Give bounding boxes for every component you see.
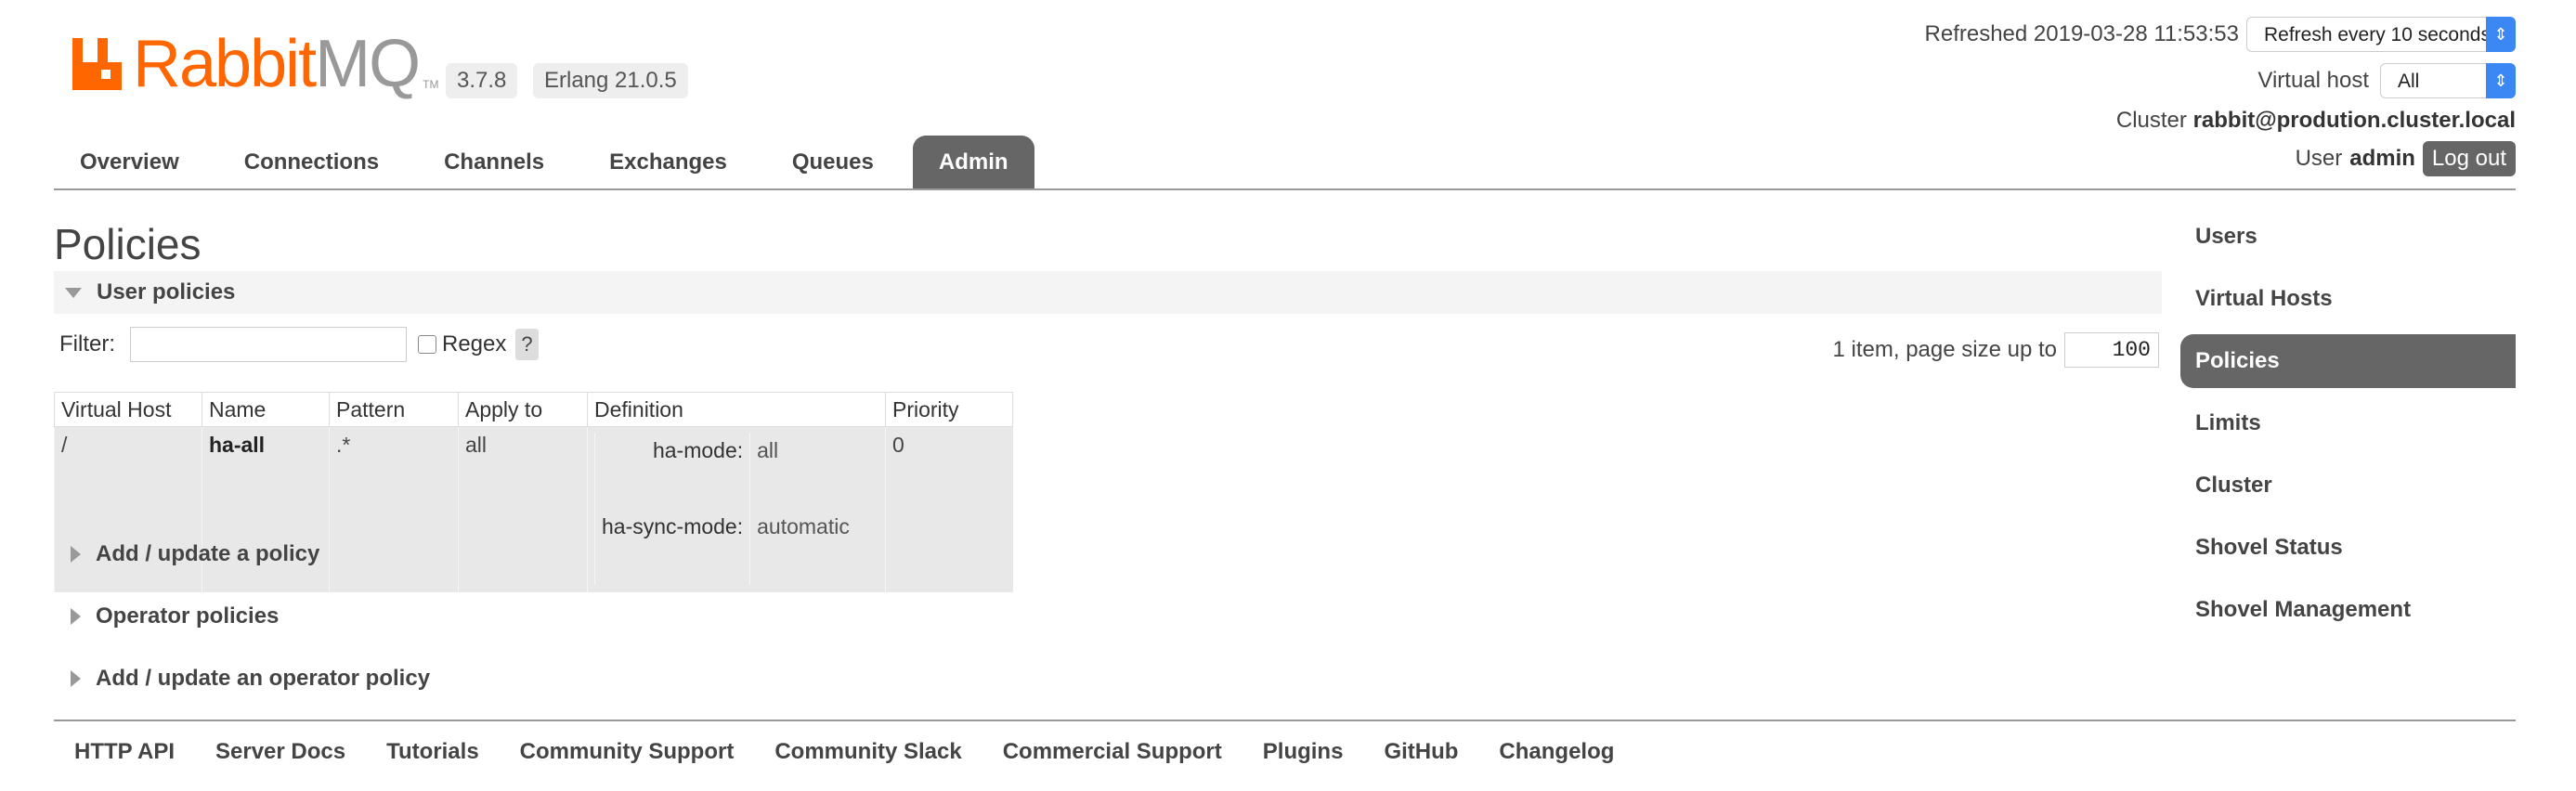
logo-wordmark-mq: MQ: [315, 27, 421, 101]
operator-policies-toggle[interactable]: Operator policies: [54, 598, 279, 635]
regex-label: Regex: [442, 331, 507, 357]
filter-bar: Filter: Regex ?: [59, 327, 539, 362]
rabbitmq-logo-icon: [72, 38, 122, 90]
column-header-pattern[interactable]: Pattern: [329, 392, 459, 427]
virtual-host-value: All: [2398, 71, 2420, 92]
tab-exchanges[interactable]: Exchanges: [583, 136, 753, 189]
definition-entry: ha-mode: all: [593, 433, 856, 509]
column-header-virtual-host[interactable]: Virtual Host: [54, 392, 202, 427]
logout-button[interactable]: Log out: [2422, 141, 2516, 176]
column-header-definition[interactable]: Definition: [587, 392, 886, 427]
admin-menu-policies[interactable]: Policies: [2180, 334, 2516, 388]
admin-menu-users[interactable]: Users: [2180, 210, 2516, 264]
virtual-host-select[interactable]: All ⇕: [2380, 63, 2516, 98]
triangle-right-icon: [71, 546, 81, 563]
tab-queues[interactable]: Queues: [766, 136, 900, 189]
triangle-right-icon: [71, 608, 81, 625]
user-policies-heading: User policies: [97, 279, 236, 305]
footer-divider: [54, 720, 2516, 721]
virtual-host-label: Virtual host: [2257, 68, 2369, 93]
column-header-name[interactable]: Name: [202, 392, 330, 427]
definition-key: ha-mode:: [593, 433, 750, 509]
admin-menu-limits[interactable]: Limits: [2180, 396, 2516, 450]
rabbitmq-version-badge: 3.7.8: [446, 63, 518, 98]
virtual-host-filter: Virtual host All ⇕: [2257, 63, 2516, 98]
footer-link-server-docs[interactable]: Server Docs: [195, 733, 366, 771]
cell-pattern: .*: [329, 426, 459, 592]
operator-policies-label: Operator policies: [96, 603, 280, 629]
definition-value: all: [749, 433, 856, 509]
definition-entry: ha-sync-mode: automatic: [593, 509, 856, 585]
regex-help-button[interactable]: ?: [515, 329, 539, 360]
logo-wordmark: RabbitMQ: [133, 31, 421, 97]
triangle-down-icon: [65, 287, 82, 298]
admin-menu: Users Virtual Hosts Policies Limits Clus…: [2180, 210, 2516, 645]
add-update-policy-toggle[interactable]: Add / update a policy: [54, 536, 319, 573]
user-label: User: [2295, 146, 2343, 171]
user-policies-section-toggle[interactable]: User policies: [54, 271, 2162, 314]
footer-links: HTTP API Server Docs Tutorials Community…: [54, 733, 1634, 771]
cluster-label: Cluster: [2115, 108, 2187, 133]
cell-priority: 0: [885, 426, 1013, 592]
triangle-right-icon: [71, 670, 81, 687]
refreshed-timestamp: Refreshed 2019-03-28 11:53:53: [1924, 21, 2239, 46]
rabbitmq-management-page: RabbitMQ TM 3.7.8 Erlang 21.0.5 Refreshe…: [0, 0, 2576, 791]
footer-link-changelog[interactable]: Changelog: [1478, 733, 1634, 771]
page-size-input[interactable]: 100: [2064, 332, 2159, 368]
user-name: admin: [2349, 146, 2415, 171]
tabs-divider: [54, 188, 2516, 190]
footer-link-plugins[interactable]: Plugins: [1242, 733, 1364, 771]
filter-label: Filter:: [59, 331, 115, 357]
column-header-priority[interactable]: Priority: [885, 392, 1013, 427]
tab-channels[interactable]: Channels: [418, 136, 570, 189]
user-info: User admin Log out: [2296, 141, 2516, 176]
admin-menu-cluster[interactable]: Cluster: [2180, 459, 2516, 512]
paging-text: 1 item, page size up to: [1832, 337, 2057, 362]
updown-arrows-icon: ⇕: [2486, 63, 2516, 98]
rabbitmq-logo[interactable]: RabbitMQ TM: [71, 31, 439, 97]
cluster-info: Cluster rabbit@prodution.cluster.local: [2116, 108, 2516, 134]
cell-apply-to: all: [458, 426, 588, 592]
tab-admin[interactable]: Admin: [912, 136, 1034, 189]
admin-menu-shovel-management[interactable]: Shovel Management: [2180, 583, 2516, 637]
definition-value: automatic: [749, 509, 856, 585]
add-update-policy-label: Add / update a policy: [96, 541, 320, 566]
add-update-operator-policy-toggle[interactable]: Add / update an operator policy: [54, 660, 430, 697]
logo-wordmark-rabbit: Rabbit: [133, 27, 317, 101]
footer-link-http-api[interactable]: HTTP API: [54, 733, 195, 771]
definition-list: ha-mode: all ha-sync-mode: automatic: [593, 433, 856, 585]
cluster-name: rabbit@prodution.cluster.local: [2192, 108, 2516, 133]
refresh-status: Refreshed 2019-03-28 11:53:53 Refresh ev…: [1925, 17, 2516, 52]
footer-link-commercial-support[interactable]: Commercial Support: [982, 733, 1242, 771]
tab-connections[interactable]: Connections: [218, 136, 405, 189]
admin-menu-shovel-status[interactable]: Shovel Status: [2180, 521, 2516, 575]
admin-menu-virtual-hosts[interactable]: Virtual Hosts: [2180, 272, 2516, 326]
updown-arrows-icon: ⇕: [2486, 17, 2516, 52]
footer-link-community-support[interactable]: Community Support: [500, 733, 755, 771]
pagination-info: 1 item, page size up to 100: [1833, 332, 2159, 368]
footer-link-community-slack[interactable]: Community Slack: [754, 733, 982, 771]
main-tabs: Overview Connections Channels Exchanges …: [54, 136, 1047, 189]
definition-key: ha-sync-mode:: [593, 509, 750, 585]
add-update-operator-policy-label: Add / update an operator policy: [96, 666, 431, 691]
refresh-interval-select[interactable]: Refresh every 10 seconds ⇕: [2246, 17, 2516, 52]
erlang-version-badge: Erlang 21.0.5: [533, 63, 688, 98]
logo-trademark: TM: [423, 78, 439, 91]
table-header-row: Virtual Host Name Pattern Apply to Defin…: [54, 392, 1013, 427]
regex-checkbox[interactable]: [418, 335, 436, 354]
refresh-interval-value: Refresh every 10 seconds: [2264, 24, 2491, 45]
footer-link-github[interactable]: GitHub: [1363, 733, 1478, 771]
cell-definition: ha-mode: all ha-sync-mode: automatic: [587, 426, 886, 592]
tab-overview[interactable]: Overview: [54, 136, 205, 189]
page-title: Policies: [54, 220, 202, 268]
footer-link-tutorials[interactable]: Tutorials: [366, 733, 500, 771]
filter-input[interactable]: [130, 327, 407, 362]
column-header-apply-to[interactable]: Apply to: [458, 392, 588, 427]
